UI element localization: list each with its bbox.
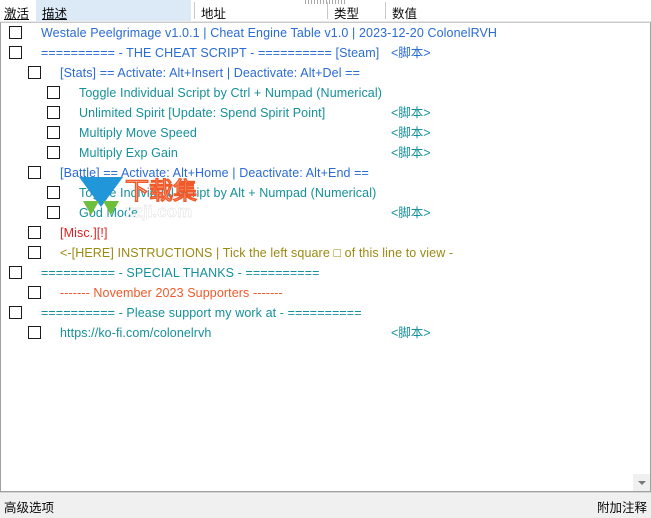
row-type: <脚本>	[391, 46, 431, 60]
scrollbar-top-cap	[633, 23, 650, 40]
row-description[interactable]: Multiply Exp Gain	[79, 143, 178, 163]
column-divider[interactable]	[194, 2, 195, 19]
advanced-options-label[interactable]: 高级选项	[4, 497, 54, 516]
column-header-type[interactable]: 类型	[334, 3, 359, 22]
row-description[interactable]: Toggle Individual Script by Ctrl + Numpa…	[79, 83, 382, 103]
table-row[interactable]: <-[HERE] INSTRUCTIONS | Tick the left sq…	[1, 243, 621, 263]
column-divider[interactable]	[385, 2, 386, 19]
row-activate-checkbox[interactable]	[47, 126, 60, 139]
row-activate-checkbox[interactable]	[47, 186, 60, 199]
row-activate-checkbox[interactable]	[28, 326, 41, 339]
table-row[interactable]: ========== - SPECIAL THANKS - ==========	[1, 263, 621, 283]
arrow-down-icon	[637, 480, 646, 485]
row-activate-checkbox[interactable]	[47, 146, 60, 159]
row-activate-checkbox[interactable]	[28, 286, 41, 299]
cheat-entry-list[interactable]: Westale Peelgrimage v1.0.1 | Cheat Engin…	[0, 22, 651, 492]
row-description[interactable]: ========== - SPECIAL THANKS - ==========	[41, 263, 320, 283]
row-description[interactable]: ------- November 2023 Supporters -------	[60, 283, 283, 303]
bottom-status-bar: 高级选项 附加注释	[0, 492, 651, 518]
cheat-engine-table-window: 激活 描述 地址 类型 数值 Westale Peelgrimage v1.0.…	[0, 0, 651, 518]
scrollbar-down-button[interactable]	[633, 474, 650, 491]
row-activate-checkbox[interactable]	[47, 106, 60, 119]
table-row[interactable]: [Misc.][!]	[1, 223, 621, 243]
table-row[interactable]: ========== - THE CHEAT SCRIPT - ========…	[1, 43, 621, 63]
additional-notes-label[interactable]: 附加注释	[597, 497, 647, 516]
column-header-active[interactable]: 激活	[4, 3, 29, 22]
table-row[interactable]: [Battle] == Activate: Alt+Home | Deactiv…	[1, 163, 621, 183]
row-type: <脚本>	[391, 146, 431, 160]
row-activate-checkbox[interactable]	[9, 266, 22, 279]
table-row[interactable]: Toggle Individual Script by Alt + Numpad…	[1, 183, 621, 203]
row-activate-checkbox[interactable]	[28, 166, 41, 179]
column-header-value[interactable]: 数值	[392, 3, 417, 22]
row-type: <脚本>	[391, 106, 431, 120]
vertical-scrollbar[interactable]	[632, 23, 650, 491]
column-divider[interactable]	[327, 2, 328, 19]
row-type: <脚本>	[391, 206, 431, 220]
row-description[interactable]: Unlimited Spirit [Update: Spend Spirit P…	[79, 103, 325, 123]
column-header-address[interactable]: 地址	[201, 3, 226, 22]
row-description[interactable]: ========== - Please support my work at -…	[41, 303, 362, 323]
table-row[interactable]: Multiply Move Speed <脚本>	[1, 123, 621, 143]
row-description[interactable]: Multiply Move Speed	[79, 123, 197, 143]
table-row[interactable]: ------- November 2023 Supporters -------	[1, 283, 621, 303]
row-type: <脚本>	[391, 126, 431, 140]
row-activate-checkbox[interactable]	[9, 26, 22, 39]
table-row[interactable]: ========== - Please support my work at -…	[1, 303, 621, 323]
row-description[interactable]: [Misc.][!]	[60, 223, 108, 243]
row-description[interactable]: ========== - THE CHEAT SCRIPT - ========…	[41, 43, 379, 63]
row-activate-checkbox[interactable]	[47, 86, 60, 99]
table-row[interactable]: [Stats] == Activate: Alt+Insert | Deacti…	[1, 63, 621, 83]
row-type: <脚本>	[391, 326, 431, 340]
bottom-bar-divider	[0, 492, 651, 493]
table-row[interactable]: Unlimited Spirit [Update: Spend Spirit P…	[1, 103, 621, 123]
table-row[interactable]: Multiply Exp Gain <脚本>	[1, 143, 621, 163]
row-description[interactable]: God Mode	[79, 203, 138, 223]
row-description[interactable]: Westale Peelgrimage v1.0.1 | Cheat Engin…	[41, 23, 497, 43]
table-row[interactable]: Westale Peelgrimage v1.0.1 | Cheat Engin…	[1, 23, 621, 43]
row-description[interactable]: Toggle Individual Script by Alt + Numpad…	[79, 183, 376, 203]
row-activate-checkbox[interactable]	[47, 206, 60, 219]
row-activate-checkbox[interactable]	[9, 46, 22, 59]
row-description[interactable]: [Battle] == Activate: Alt+Home | Deactiv…	[60, 163, 369, 183]
row-activate-checkbox[interactable]	[28, 66, 41, 79]
column-header-bar: 激活 描述 地址 类型 数值	[0, 0, 651, 22]
row-description[interactable]: <-[HERE] INSTRUCTIONS | Tick the left sq…	[60, 243, 453, 263]
scrollbar-track[interactable]	[633, 40, 650, 474]
table-row[interactable]: God Mode <脚本>	[1, 203, 621, 223]
table-row[interactable]: https://ko-fi.com/colonelrvh <脚本>	[1, 323, 621, 343]
column-header-description[interactable]: 描述	[42, 3, 67, 22]
row-activate-checkbox[interactable]	[28, 226, 41, 239]
row-activate-checkbox[interactable]	[9, 306, 22, 319]
row-description[interactable]: https://ko-fi.com/colonelrvh	[60, 323, 211, 343]
table-row[interactable]: Toggle Individual Script by Ctrl + Numpa…	[1, 83, 621, 103]
row-activate-checkbox[interactable]	[28, 246, 41, 259]
row-description[interactable]: [Stats] == Activate: Alt+Insert | Deacti…	[60, 63, 360, 83]
cheat-entry-rows: Westale Peelgrimage v1.0.1 | Cheat Engin…	[1, 23, 621, 343]
